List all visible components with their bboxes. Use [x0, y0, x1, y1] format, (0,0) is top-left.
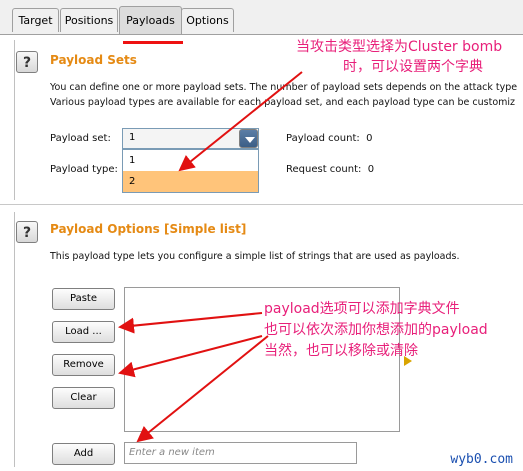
watermark: wyb0.com [450, 452, 513, 467]
annotation-arrow [118, 335, 263, 378]
annotation-arrow [178, 71, 303, 172]
annotation-arrow [118, 312, 263, 334]
annotation-arrows [118, 71, 303, 443]
